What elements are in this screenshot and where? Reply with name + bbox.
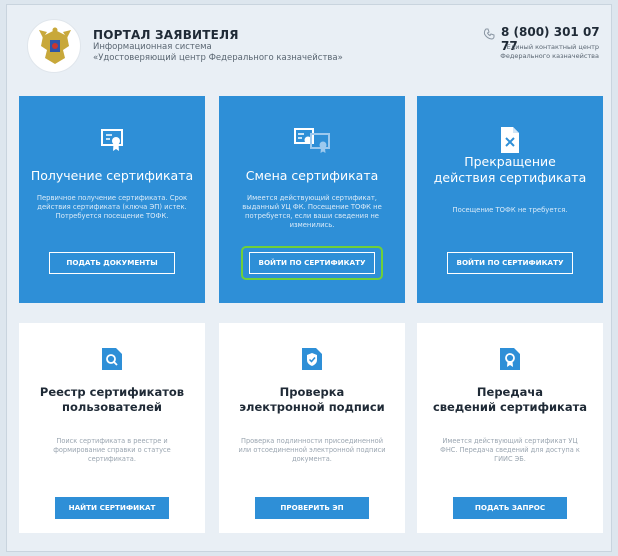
portal-subtitle-line2: «Удостоверяющий центр Федерального казна… xyxy=(93,53,343,63)
card-title-line1: Реестр сертификатов xyxy=(39,385,185,399)
page-frame: ПОРТАЛ ЗАЯВИТЕЛЯ Информационная система … xyxy=(6,4,612,552)
card-description: Поиск сертификата в реестре и формирован… xyxy=(53,437,171,463)
card-description: Имеется действующий сертификат, выданный… xyxy=(242,194,382,229)
login-by-certificate-button[interactable]: ВОЙТИ ПО СЕРТИФИКАТУ xyxy=(249,252,375,274)
emblem-icon xyxy=(39,27,71,64)
card-title: Проверка электронной подписи xyxy=(225,385,399,415)
shield-check-icon xyxy=(302,348,322,370)
certificate-icon xyxy=(101,129,123,151)
phone-icon xyxy=(483,28,495,40)
phone-note-line1: Единый контактный центр xyxy=(506,43,599,51)
check-signature-button[interactable]: ПРОВЕРИТЬ ЭП xyxy=(255,497,369,519)
card-title: Смена сертификата xyxy=(245,168,379,183)
card-title-line1: Передача xyxy=(476,385,544,399)
certificate-swap-icon xyxy=(294,128,330,153)
card-signature-check[interactable]: Проверка электронной подписи Проверка по… xyxy=(219,323,405,533)
card-title: Прекращение действия сертификата xyxy=(421,154,599,186)
card-title-line2: сведений сертификата xyxy=(432,400,588,414)
find-certificate-button[interactable]: НАЙТИ СЕРТИФИКАТ xyxy=(55,497,169,519)
card-terminate-certificate[interactable]: Прекращение действия сертификата Посещен… xyxy=(417,96,603,303)
card-description: Посещение ТОФК не требуется. xyxy=(452,206,568,214)
card-change-certificate[interactable]: Смена сертификата Имеется действующий се… xyxy=(219,96,405,303)
card-get-certificate[interactable]: Получение сертификата Первичное получени… xyxy=(19,96,205,303)
header: ПОРТАЛ ЗАЯВИТЕЛЯ Информационная система … xyxy=(7,5,611,87)
card-description: Проверка подлинности присоединенной или … xyxy=(238,437,386,463)
submit-documents-button[interactable]: ПОДАТЬ ДОКУМЕНТЫ xyxy=(49,252,175,274)
card-title-line1: Прекращение xyxy=(464,154,556,169)
card-title-line2: действия сертификата xyxy=(433,170,587,185)
card-title: Передача сведений сертификата xyxy=(423,385,597,415)
card-title: Реестр сертификатов пользователей xyxy=(25,385,199,415)
button-highlight: ВОЙТИ ПО СЕРТИФИКАТУ xyxy=(241,246,383,280)
award-icon xyxy=(500,348,520,370)
logo[interactable] xyxy=(27,19,81,73)
search-icon xyxy=(102,348,122,370)
document-cancel-icon xyxy=(501,127,519,153)
portal-subtitle-line1: Информационная система xyxy=(93,42,212,52)
card-title: Получение сертификата xyxy=(30,168,194,183)
portal-title: ПОРТАЛ ЗАЯВИТЕЛЯ xyxy=(93,28,239,42)
card-description: Первичное получение сертификата. Срок де… xyxy=(36,194,188,220)
card-title-line2: электронной подписи xyxy=(239,400,385,414)
phone-note-line2: Федерального казначейства xyxy=(500,52,599,60)
card-certificate-registry[interactable]: Реестр сертификатов пользователей Поиск … xyxy=(19,323,205,533)
submit-request-button[interactable]: ПОДАТЬ ЗАПРОС xyxy=(453,497,567,519)
card-title-line2: пользователей xyxy=(62,400,162,414)
card-description: Имеется действующий сертификат УЦ ФНС. П… xyxy=(440,437,580,463)
login-by-certificate-button[interactable]: ВОЙТИ ПО СЕРТИФИКАТУ xyxy=(447,252,573,274)
card-title-line1: Проверка xyxy=(279,385,345,399)
card-transfer-certificate-info[interactable]: Передача сведений сертификата Имеется де… xyxy=(417,323,603,533)
